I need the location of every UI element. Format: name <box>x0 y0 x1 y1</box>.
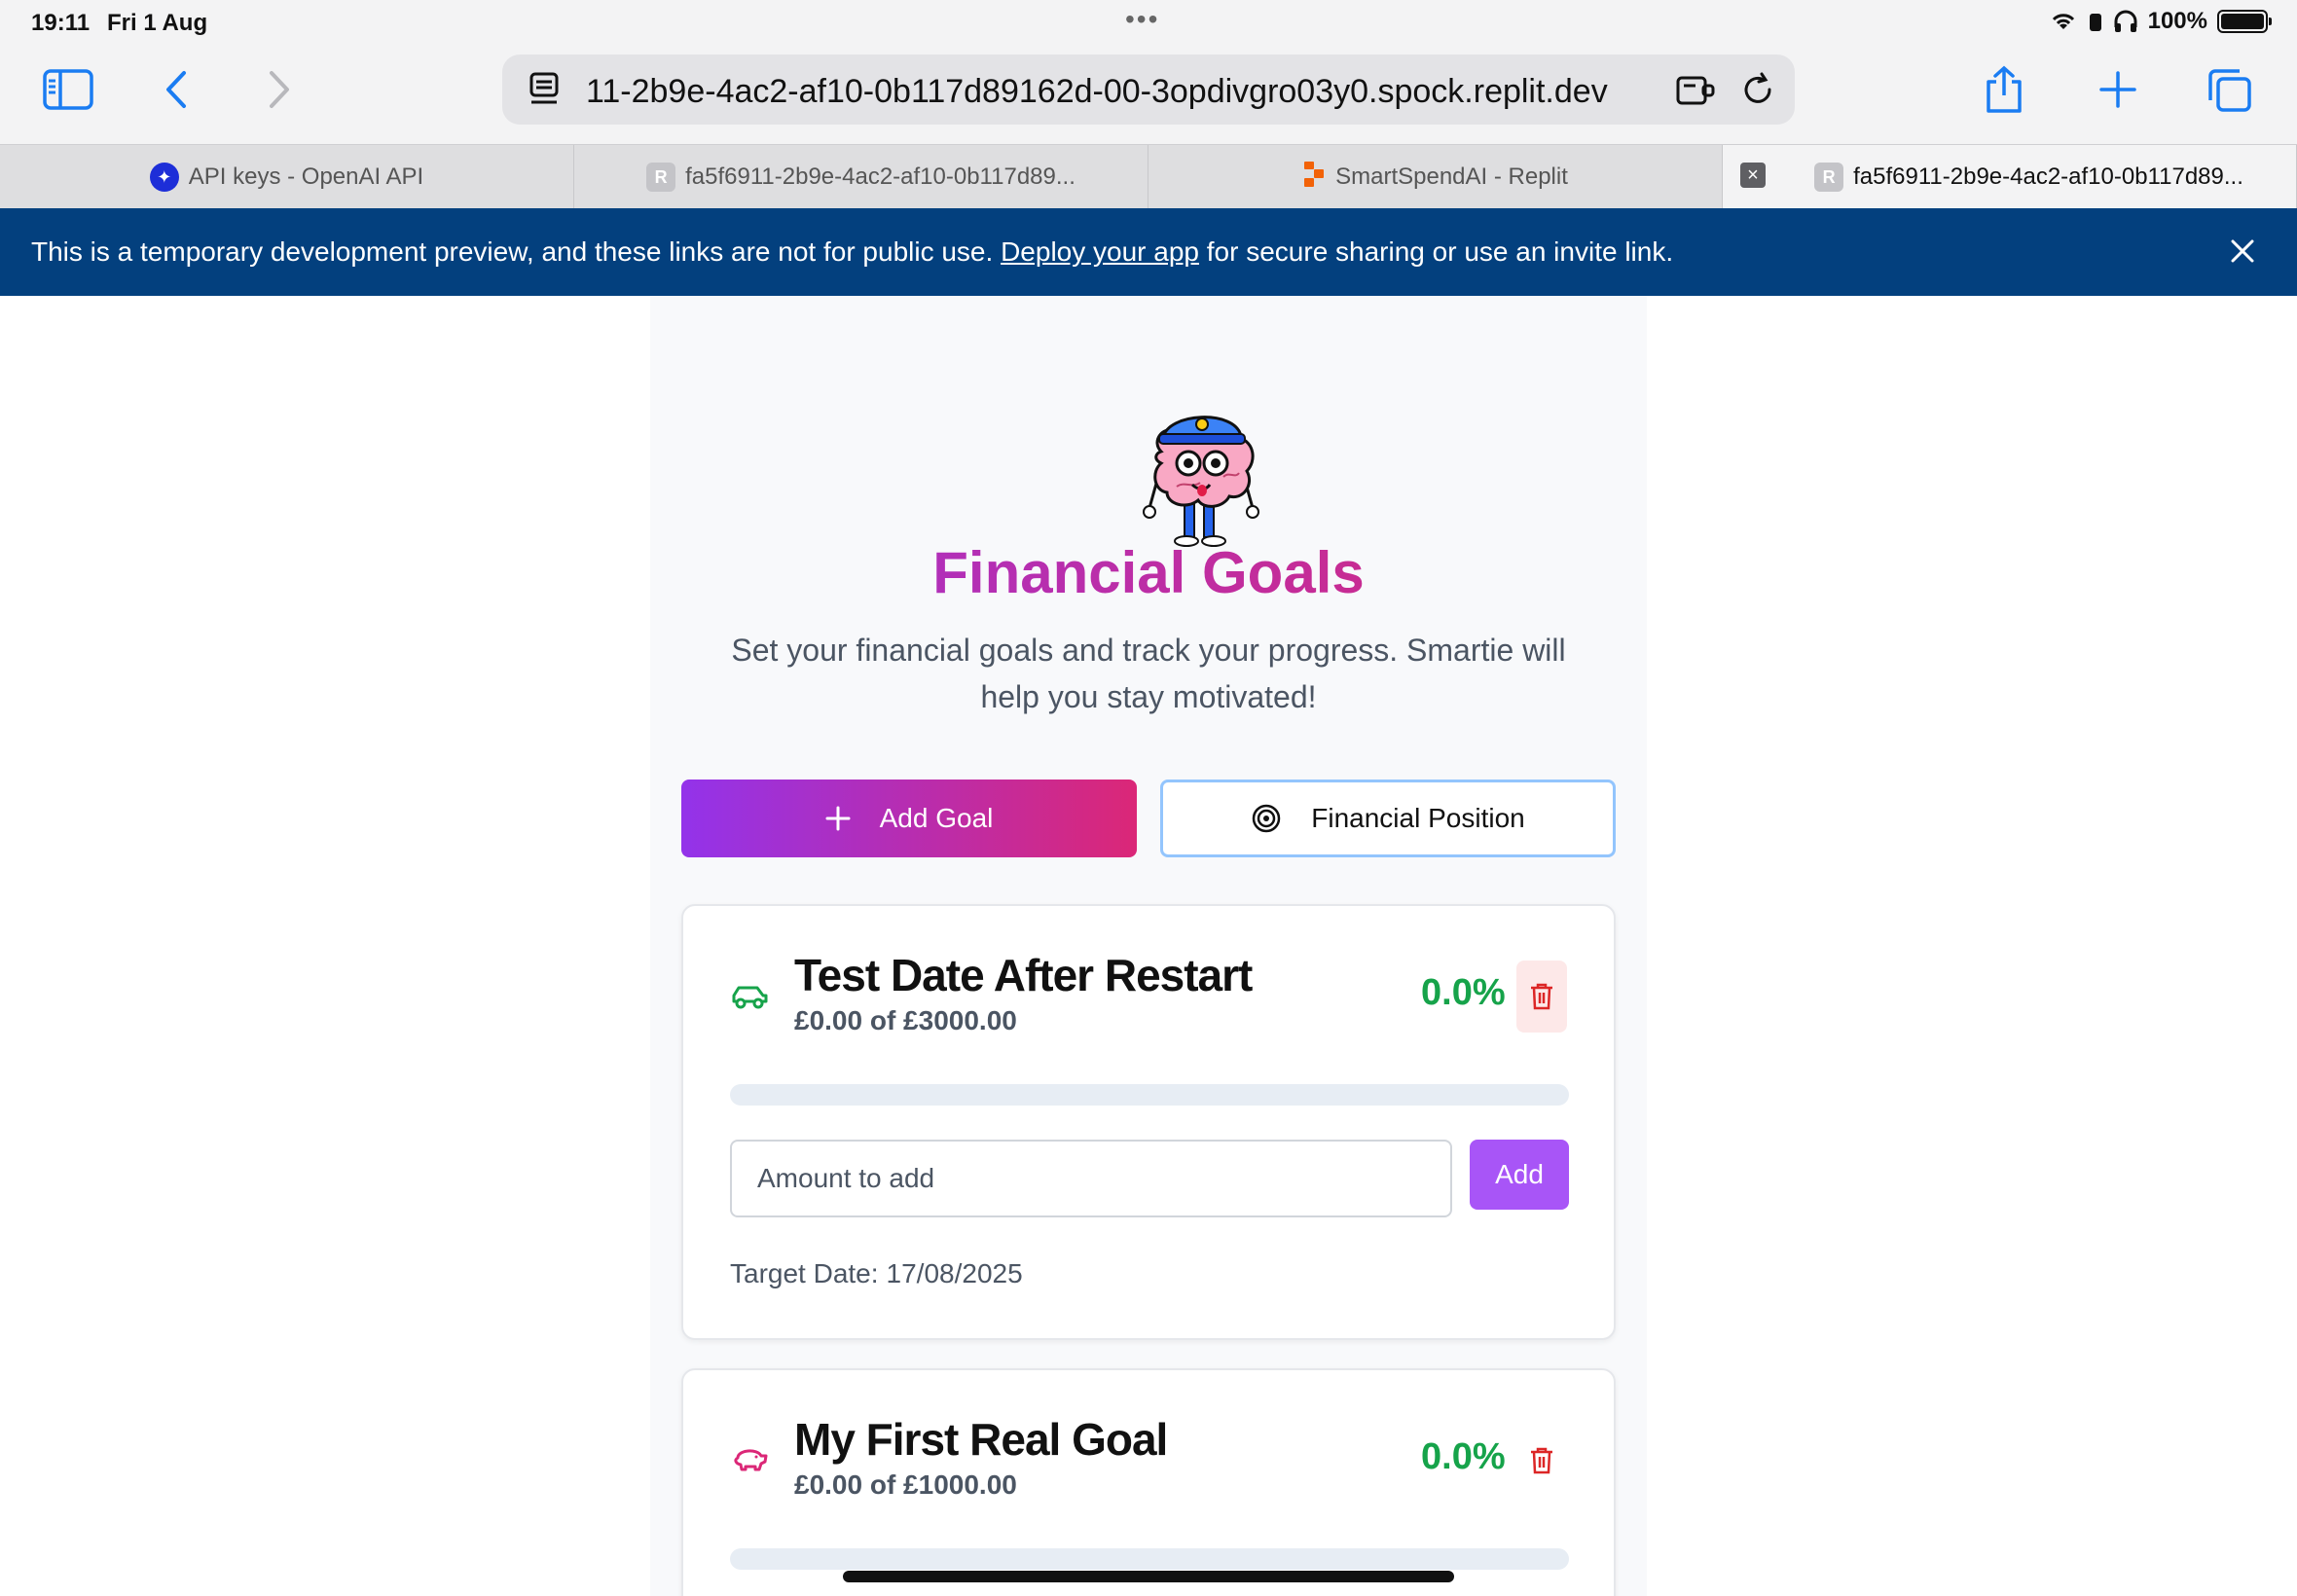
tab-bar: ✦ API keys - OpenAI API R fa5f6911-2b9e-… <box>0 144 2297 209</box>
sidebar-toggle-icon[interactable] <box>43 68 93 111</box>
headphones-icon <box>2114 10 2137 32</box>
r-favicon-icon: R <box>646 163 676 192</box>
status-date: Fri 1 Aug <box>107 10 208 36</box>
multitasking-dots-icon[interactable]: ••• <box>1125 4 1159 35</box>
piggy-bank-icon <box>734 1449 768 1471</box>
replit-icon <box>1302 160 1326 196</box>
goal-name: Test Date After Restart <box>794 950 1253 1000</box>
tab-preview-active[interactable]: × R fa5f6911-2b9e-4ac2-af10-0b117d89... <box>1723 145 2297 209</box>
amount-to-add-input[interactable] <box>730 1140 1452 1217</box>
address-bar[interactable]: 11-2b9e-4ac2-af10-0b117d89162d-00-3opdiv… <box>502 54 1795 125</box>
extensions-icon[interactable] <box>1674 70 1717 109</box>
forward-icon[interactable] <box>265 68 294 111</box>
lock-rotation-icon <box>2089 14 2101 31</box>
status-indicators: 100% <box>2049 8 2272 35</box>
plus-icon <box>825 806 851 831</box>
wifi-icon <box>2052 14 2074 29</box>
page-menu-icon[interactable] <box>528 70 561 109</box>
goal-progress-bar <box>730 1548 1569 1570</box>
target-date-label: Target Date: <box>730 1258 879 1288</box>
status-time: 19:11 <box>31 10 91 36</box>
delete-goal-button[interactable] <box>1516 961 1567 1033</box>
delete-goal-button[interactable] <box>1516 1425 1567 1497</box>
tab-title: fa5f6911-2b9e-4ac2-af10-0b117d89... <box>685 163 1076 190</box>
tab-openai-api-keys[interactable]: ✦ API keys - OpenAI API <box>0 145 574 209</box>
tab-title: SmartSpendAI - Replit <box>1335 163 1568 190</box>
trash-icon <box>1531 1447 1552 1474</box>
close-banner-icon[interactable] <box>2227 236 2258 267</box>
battery-icon <box>2217 10 2272 33</box>
page-subtitle: Set your financial goals and track your … <box>731 633 1566 714</box>
tab-title: API keys - OpenAI API <box>188 163 424 190</box>
back-icon[interactable] <box>162 68 191 111</box>
banner-text-after: for secure sharing or use an invite link… <box>1198 236 1674 267</box>
target-icon <box>1253 804 1281 833</box>
goal-progress-bar <box>730 1084 1569 1106</box>
page-title: Financial Goals <box>650 539 1647 606</box>
trash-icon <box>1531 983 1552 1010</box>
goal-percent: 0.0% <box>1421 972 1506 1013</box>
target-date-value: 17/08/2025 <box>886 1258 1023 1288</box>
goal-card: My First Real Goal £0.00 of £1000.00 0.0… <box>681 1368 1616 1596</box>
r-favicon-icon: R <box>1814 163 1844 192</box>
new-tab-icon[interactable] <box>2096 68 2139 111</box>
home-indicator[interactable] <box>843 1571 1454 1582</box>
add-goal-button[interactable]: Add Goal <box>681 780 1137 857</box>
tab-preview-1[interactable]: R fa5f6911-2b9e-4ac2-af10-0b117d89... <box>574 145 1148 209</box>
goal-amount: £0.00 of £1000.00 <box>794 1469 1017 1500</box>
close-tab-icon[interactable]: × <box>1740 163 1766 188</box>
tab-title: fa5f6911-2b9e-4ac2-af10-0b117d89... <box>1853 163 2243 190</box>
car-icon <box>732 986 768 1009</box>
deploy-app-link[interactable]: Deploy your app <box>1001 236 1199 268</box>
reload-icon[interactable] <box>1740 70 1777 109</box>
target-date: Target Date: 17/08/2025 <box>730 1258 1023 1289</box>
goal-card: Test Date After Restart £0.00 of £3000.0… <box>681 904 1616 1340</box>
share-icon[interactable] <box>1982 62 2026 117</box>
openai-icon: ✦ <box>149 163 179 192</box>
goal-name: My First Real Goal <box>794 1414 1168 1465</box>
dev-preview-banner: This is a temporary development preview,… <box>0 208 2297 296</box>
add-goal-label: Add Goal <box>879 803 994 833</box>
battery-percent: 100% <box>2147 8 2207 34</box>
tab-overview-icon[interactable] <box>2206 66 2254 115</box>
goals-page: Financial Goals Set your financial goals… <box>650 296 1647 1596</box>
tab-smartspendai-replit[interactable]: SmartSpendAI - Replit <box>1148 145 1723 209</box>
add-amount-button[interactable]: Add <box>1470 1140 1569 1210</box>
financial-position-label: Financial Position <box>1311 803 1525 833</box>
goal-amount: £0.00 of £3000.00 <box>794 1005 1017 1035</box>
smartie-mascot-icon <box>1143 416 1259 547</box>
status-bar: 19:11 Fri 1 Aug ••• 100% <box>0 0 2297 47</box>
financial-position-button[interactable]: Financial Position <box>1160 780 1616 857</box>
browser-toolbar: 11-2b9e-4ac2-af10-0b117d89162d-00-3opdiv… <box>0 47 2297 144</box>
banner-text-before: This is a temporary development preview,… <box>31 236 1002 267</box>
goal-percent: 0.0% <box>1421 1436 1506 1477</box>
url-text[interactable]: 11-2b9e-4ac2-af10-0b117d89162d-00-3opdiv… <box>586 73 1666 111</box>
